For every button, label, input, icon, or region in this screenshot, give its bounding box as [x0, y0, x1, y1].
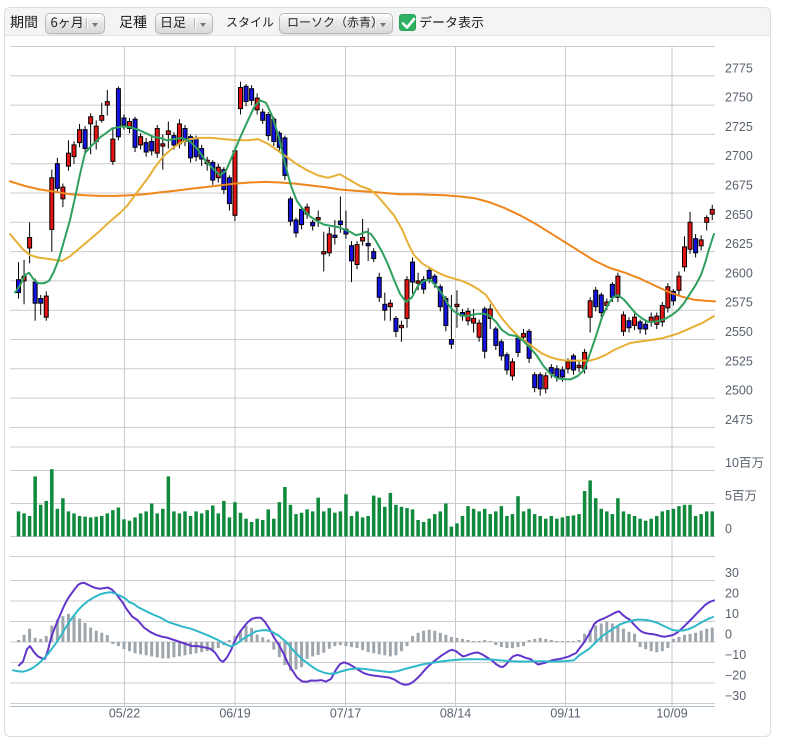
svg-text:20: 20 [725, 587, 739, 601]
svg-text:2775: 2775 [725, 61, 753, 75]
svg-text:07/17: 07/17 [330, 707, 361, 721]
svg-text:09/11: 09/11 [550, 707, 580, 721]
svg-text:2525: 2525 [725, 354, 753, 368]
svg-text:5: 5 [725, 489, 732, 503]
svg-text:2675: 2675 [725, 179, 753, 193]
svg-text:0: 0 [725, 628, 732, 642]
svg-text:30: 30 [725, 566, 739, 580]
svg-text:−20: −20 [725, 669, 746, 683]
svg-text:2500: 2500 [725, 384, 753, 398]
svg-text:2575: 2575 [725, 296, 753, 310]
svg-text:2725: 2725 [725, 120, 753, 134]
svg-text:10: 10 [725, 607, 739, 621]
svg-text:10: 10 [725, 456, 739, 470]
svg-text:08/14: 08/14 [440, 707, 471, 721]
svg-text:−30: −30 [725, 689, 746, 703]
svg-text:2625: 2625 [725, 237, 753, 251]
svg-text:2475: 2475 [725, 413, 753, 427]
svg-text:2550: 2550 [725, 325, 753, 339]
svg-text:2600: 2600 [725, 266, 753, 280]
svg-text:10/09: 10/09 [656, 707, 687, 721]
svg-text:0: 0 [725, 522, 732, 536]
svg-text:2750: 2750 [725, 91, 753, 105]
svg-text:06/19: 06/19 [219, 707, 250, 721]
svg-text:05/22: 05/22 [109, 707, 140, 721]
svg-text:−10: −10 [725, 648, 746, 662]
svg-text:2650: 2650 [725, 208, 753, 222]
svg-text:2700: 2700 [725, 149, 753, 163]
